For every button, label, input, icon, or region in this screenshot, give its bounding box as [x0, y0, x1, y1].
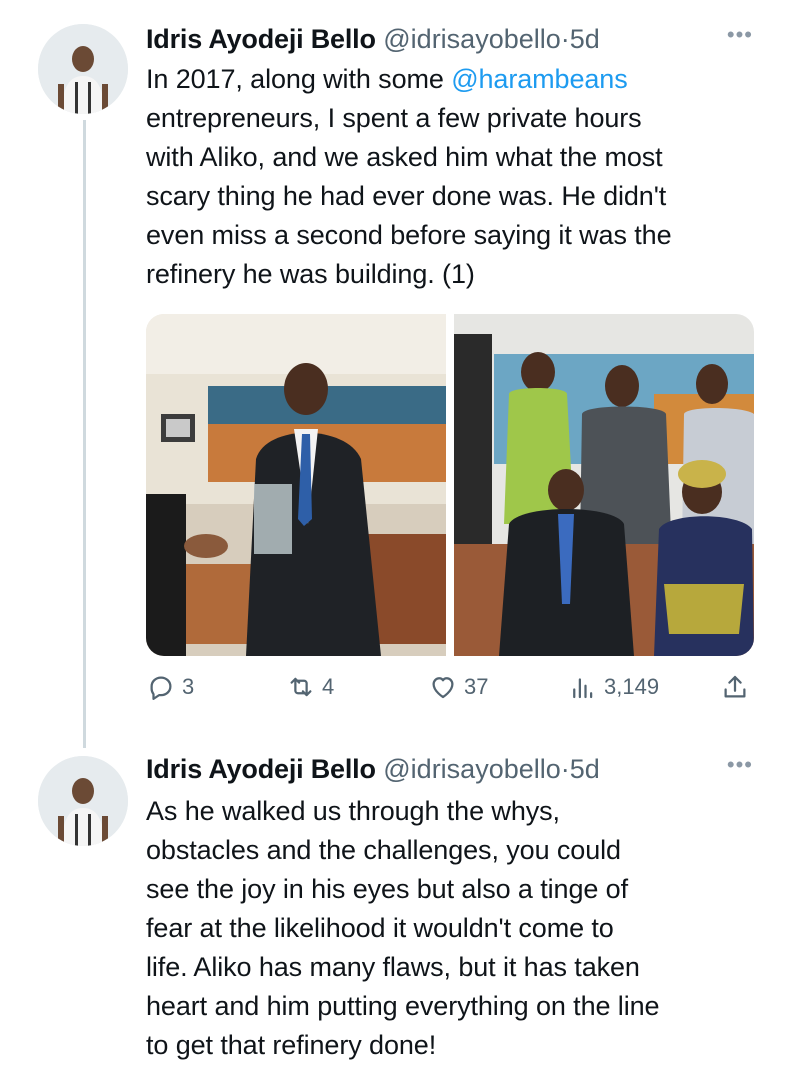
reply-button[interactable]: 3 [146, 672, 194, 702]
tweet-1[interactable]: Idris Ayodeji Bello @idrisayobello·5d ••… [0, 0, 793, 748]
avatar[interactable] [38, 756, 128, 846]
views-button[interactable]: 3,149 [568, 672, 659, 702]
tweet-actions: 3 4 37 3,149 [146, 672, 758, 712]
author-handle[interactable]: @idrisayobello [383, 24, 561, 54]
reply-count: 3 [182, 674, 195, 699]
retweet-icon [290, 677, 312, 697]
photo-group-seated[interactable] [454, 314, 754, 656]
share-button[interactable] [720, 672, 750, 702]
media-gallery[interactable] [146, 314, 754, 656]
author-name[interactable]: Idris Ayodeji Bello [146, 24, 376, 54]
thread-connector-line [83, 120, 86, 748]
tweet-text-part: In 2017, along with some [146, 64, 452, 94]
reply-icon [150, 676, 172, 700]
share-icon [724, 675, 746, 698]
heart-icon [432, 677, 454, 699]
separator-dot: · [560, 754, 570, 784]
tweet-2[interactable]: Idris Ayodeji Bello @idrisayobello·5d ••… [0, 740, 793, 1080]
views-bar-chart-icon [573, 678, 593, 699]
author-handle[interactable]: @idrisayobello [383, 754, 561, 784]
retweet-button[interactable]: 4 [286, 672, 334, 702]
timestamp[interactable]: 5d [570, 24, 600, 54]
retweet-count: 4 [322, 674, 335, 699]
more-horizontal-icon[interactable]: ••• [727, 22, 753, 48]
like-count: 37 [464, 674, 489, 699]
avatar-image [38, 756, 128, 846]
tweet-text-part: entrepreneurs, I spent a few private hou… [146, 103, 672, 289]
avatar-image [38, 24, 128, 114]
avatar[interactable] [38, 24, 128, 114]
separator-dot: · [560, 24, 570, 54]
tweet-text: As he walked us through the whys, obstac… [146, 796, 660, 1060]
author-name[interactable]: Idris Ayodeji Bello [146, 754, 376, 784]
like-button[interactable]: 37 [428, 672, 488, 702]
timestamp[interactable]: 5d [570, 754, 600, 784]
view-count: 3,149 [604, 674, 660, 699]
tweet-text: In 2017, along with some @harambeans ent… [146, 60, 766, 294]
more-horizontal-icon[interactable]: ••• [727, 752, 753, 778]
mention-link[interactable]: @harambeans [451, 64, 628, 94]
tweet-header: Idris Ayodeji Bello @idrisayobello·5d [146, 752, 600, 786]
photo-award-presentation[interactable] [146, 314, 446, 656]
tweet-header: Idris Ayodeji Bello @idrisayobello·5d [146, 22, 600, 56]
